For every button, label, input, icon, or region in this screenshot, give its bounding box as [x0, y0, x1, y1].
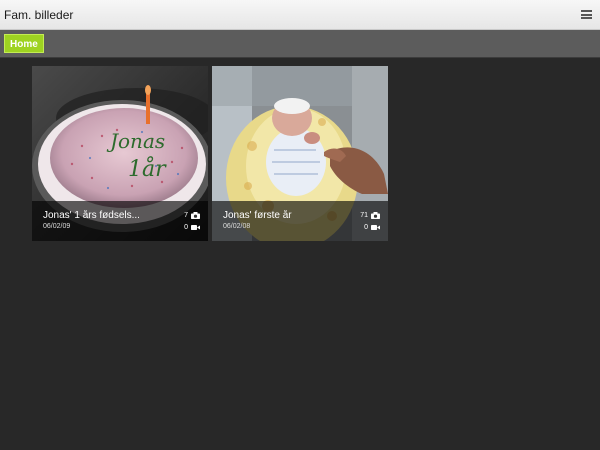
hamburger-menu-icon[interactable]: [581, 10, 592, 19]
album-title: Jonas' 1 års fødsels...: [43, 210, 140, 221]
photo-count: 7: [184, 211, 200, 220]
video-camera-icon: [191, 225, 200, 230]
home-button[interactable]: Home: [4, 34, 44, 53]
photo-count-value: 71: [360, 212, 368, 219]
album-info-bar: Jonas' 1 års fødsels... 06/02/09 7 0: [32, 201, 208, 241]
video-count-value: 0: [184, 224, 188, 231]
video-count: 0: [364, 223, 380, 232]
video-count-value: 0: [364, 224, 368, 231]
video-camera-icon: [371, 225, 380, 230]
album-date: 06/02/09: [43, 223, 71, 230]
photo-count: 71: [360, 211, 380, 220]
album-tile-birthday[interactable]: Jonas 1år Jonas' 1 års fødsels... 06/02/…: [32, 66, 208, 241]
album-tile-first-year[interactable]: Jonas' første år 06/02/08 71 0: [212, 66, 388, 241]
album-info-bar: Jonas' første år 06/02/08 71 0: [212, 201, 388, 241]
camera-icon: [191, 212, 200, 219]
camera-icon: [371, 212, 380, 219]
cake-text-line1: Jonas: [106, 129, 165, 153]
app-title: Fam. billeder: [4, 8, 74, 22]
album-title: Jonas' første år: [223, 210, 292, 221]
album-date: 06/02/08: [223, 223, 251, 230]
photo-count-value: 7: [184, 212, 188, 219]
app-header: Fam. billeder: [0, 0, 600, 30]
cake-text-line2: 1år: [128, 155, 167, 182]
video-count: 0: [184, 223, 200, 232]
breadcrumb-bar: Home: [0, 30, 600, 58]
